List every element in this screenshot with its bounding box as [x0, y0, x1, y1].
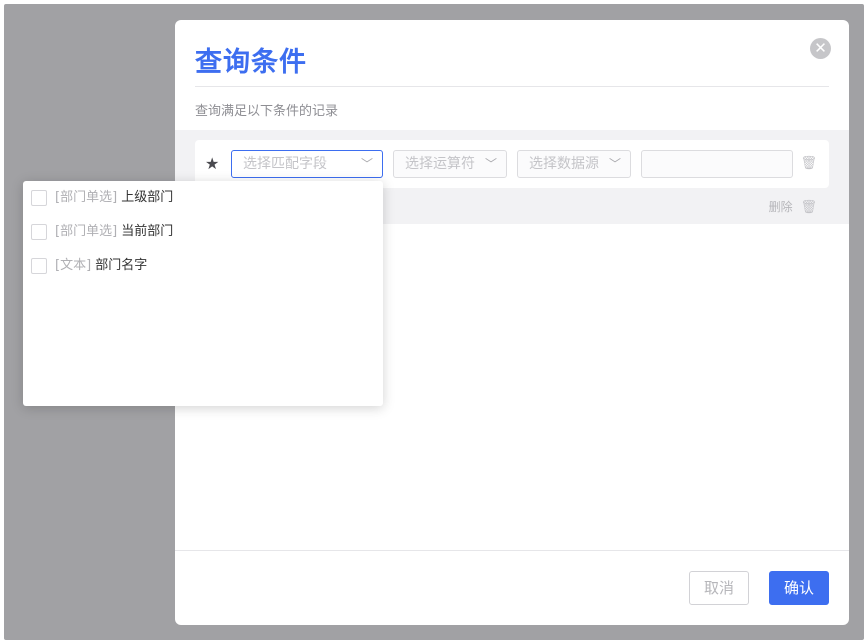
group-delete-label: 删除 — [768, 200, 793, 214]
dialog-title: 查询条件 — [195, 47, 307, 78]
list-item[interactable]: [部门单选] 上级部门 — [31, 188, 331, 208]
field-type: [部门单选] — [55, 224, 118, 239]
value-input[interactable] — [641, 150, 793, 178]
datasource-select-placeholder: 选择数据源 — [529, 156, 599, 172]
star-icon: ★ — [205, 154, 220, 173]
datasource-select[interactable]: 选择数据源 ﹀ — [517, 150, 631, 178]
checkbox[interactable] — [31, 224, 47, 240]
dialog-subtitle: 查询满足以下条件的记录 — [195, 104, 339, 119]
chevron-down-icon: ﹀ — [484, 157, 497, 171]
chevron-down-icon: ﹀ — [608, 157, 621, 171]
chevron-down-icon: ﹀ — [360, 157, 373, 171]
confirm-button[interactable]: 确认 — [769, 571, 829, 605]
field-name: 上级部门 — [121, 190, 174, 205]
field-name: 当前部门 — [121, 224, 174, 239]
title-divider — [195, 86, 829, 87]
operator-select-placeholder: 选择运算符 — [405, 156, 475, 172]
close-icon[interactable]: ✕ — [810, 38, 831, 59]
checkbox[interactable] — [31, 190, 47, 206]
footer-divider — [175, 550, 849, 551]
field-name: 部门名字 — [95, 258, 148, 273]
field-select-placeholder: 选择匹配字段 — [243, 156, 327, 172]
cancel-button[interactable]: 取消 — [689, 571, 749, 605]
checkbox[interactable] — [31, 258, 47, 274]
group-delete-button[interactable]: 删除 🗑 — [769, 198, 817, 215]
operator-select[interactable]: 选择运算符 ﹀ — [393, 150, 507, 178]
trash-icon[interactable]: 🗑 — [800, 156, 817, 171]
field-type: [部门单选] — [55, 190, 118, 205]
field-select[interactable]: 选择匹配字段 ﹀ — [231, 150, 383, 178]
field-type: [文本] — [55, 258, 92, 273]
trash-icon: 🗑 — [800, 200, 817, 215]
list-item[interactable]: [部门单选] 当前部门 — [31, 222, 331, 242]
field-dropdown: [部门单选] 上级部门 [部门单选] 当前部门 [文本] 部门名字 — [23, 181, 383, 406]
list-item[interactable]: [文本] 部门名字 — [31, 256, 331, 276]
